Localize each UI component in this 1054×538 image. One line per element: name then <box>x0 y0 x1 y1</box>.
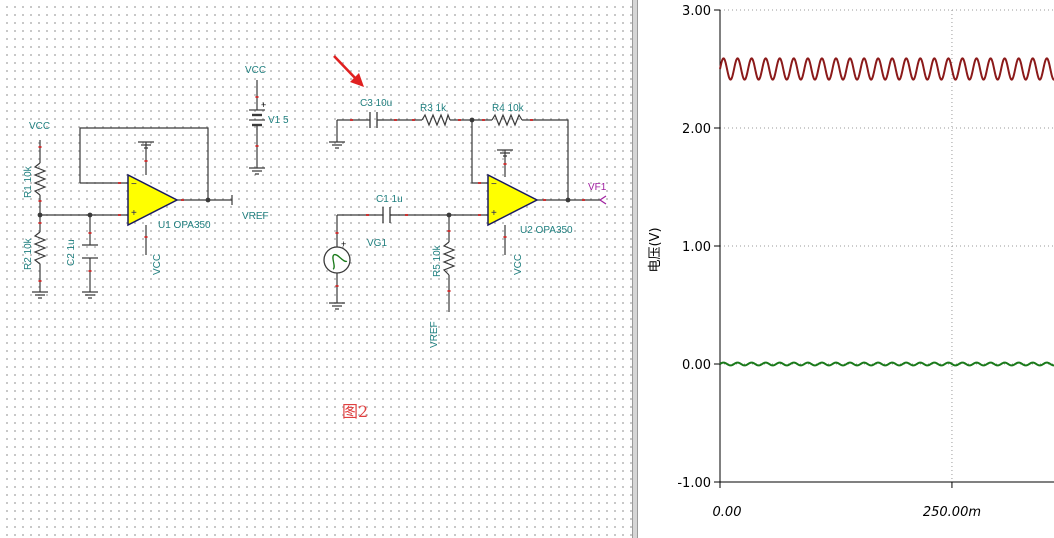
battery-plus-sign: + <box>261 100 266 110</box>
opamp-u1-minus-sign: − <box>131 179 137 190</box>
label-c3: C3 10u <box>360 98 392 109</box>
capacitor-c1 <box>382 207 391 223</box>
y-axis-label: 电压(V) <box>648 227 663 272</box>
label-u1-vcc: VCC <box>152 254 163 275</box>
figure-caption: 图2 <box>342 402 368 421</box>
resistor-r1 <box>33 162 47 196</box>
battery-v1 <box>249 109 265 130</box>
capacitor-c2 <box>82 244 98 259</box>
label-r1: R1 10k <box>23 165 34 198</box>
red-arrow-icon <box>333 55 364 87</box>
label-c1: C1 1u <box>376 194 403 205</box>
x-tick-label: 250.00m <box>923 505 981 520</box>
schematic-canvas[interactable]: − + − + + + VCC R1 10k R2 10k C2 1u U1 O… <box>0 0 632 538</box>
plot-axes <box>714 9 1054 488</box>
plot-grid <box>719 9 1054 483</box>
label-vg1: VG1 <box>367 238 387 249</box>
resistor-r5 <box>442 241 456 276</box>
y-tick-label: 2.00 <box>682 122 711 137</box>
label-vcc-r1: VCC <box>29 121 50 132</box>
resistor-r2 <box>33 231 47 268</box>
y-tick-labels: 3.00 2.00 1.00 0.00 -1.00 <box>677 4 711 491</box>
opamp-u2-minus-sign: − <box>491 179 497 190</box>
x-tick-labels: 0.00 250.00m <box>713 505 981 520</box>
vf1-terminal-icon <box>599 195 607 205</box>
y-tick-label: 1.00 <box>682 240 711 255</box>
label-r4: R4 10k <box>492 103 525 114</box>
label-u1: U1 OPA350 <box>158 220 211 231</box>
y-tick-label: 3.00 <box>682 4 711 19</box>
ground-icon <box>32 291 48 299</box>
label-c2: C2 1u <box>66 239 77 266</box>
schematic-svg: − + − + + + VCC R1 10k R2 10k C2 1u U1 O… <box>23 55 607 421</box>
label-vcc-v1: VCC <box>245 65 266 76</box>
source-plus-sign: + <box>341 239 346 249</box>
label-u2: U2 OPA350 <box>520 225 573 236</box>
series-line-2 <box>719 361 1054 367</box>
label-r3: R3 1k <box>420 103 447 114</box>
label-u2-vcc: VCC <box>513 254 524 275</box>
resistor-r3 <box>421 113 451 127</box>
y-tick-label: 0.00 <box>682 358 711 373</box>
y-tick-label: -1.00 <box>677 476 711 491</box>
waveform-plot[interactable]: 3.00 2.00 1.00 0.00 -1.00 0.00 250.00m 电压(V) <box>638 0 1054 538</box>
label-v1: V1 5 <box>268 115 289 126</box>
opamp-u1-plus-sign: + <box>131 208 137 219</box>
x-tick-label: 0.00 <box>713 505 742 520</box>
plot-svg: 3.002.001.000.00-1.00 0.00 250.00m 电压(V) <box>648 4 1054 520</box>
plot-series <box>719 57 1054 367</box>
resistors <box>33 113 523 276</box>
grounds <box>32 141 513 310</box>
ground-icon <box>329 141 345 149</box>
voltage-source-vg1 <box>323 246 351 274</box>
ground-icon <box>82 291 98 299</box>
opamp-u2-plus-sign: + <box>491 208 497 219</box>
ground-icon <box>329 302 345 310</box>
label-vref-out: VREF <box>242 211 269 222</box>
series-line-1 <box>719 57 1054 81</box>
resistor-r4 <box>491 113 523 127</box>
label-r2: R2 10k <box>23 237 34 270</box>
label-vref-r5: VREF <box>429 321 440 348</box>
label-vf1: VF1 <box>588 182 607 193</box>
label-r5: R5 10k <box>432 244 443 277</box>
capacitor-c3 <box>369 112 378 128</box>
ground-icon <box>249 167 265 175</box>
